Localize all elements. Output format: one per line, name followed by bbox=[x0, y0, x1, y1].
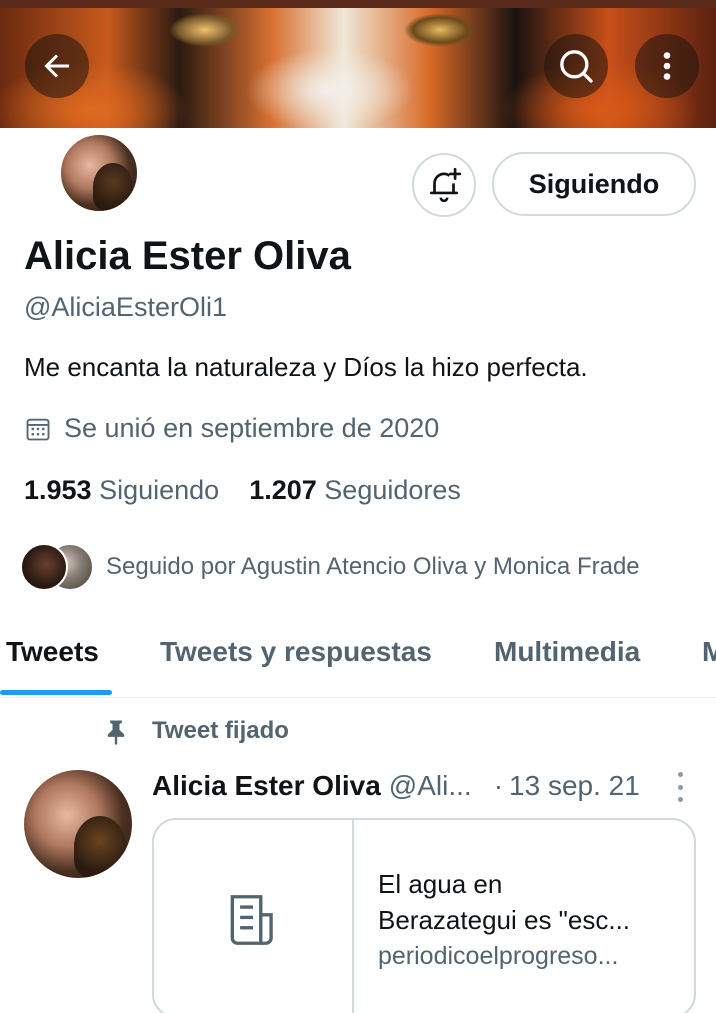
following-stat[interactable]: 1.953 Siguiendo bbox=[24, 475, 219, 506]
avatar bbox=[20, 543, 68, 591]
link-card-thumbnail bbox=[154, 820, 354, 1013]
avatar-dog-shape bbox=[93, 163, 133, 211]
calendar-icon bbox=[26, 418, 50, 440]
tweet-separator: · bbox=[493, 770, 504, 801]
profile-avatar[interactable] bbox=[58, 132, 140, 214]
notifications-button[interactable] bbox=[412, 153, 476, 217]
avatar-dog-shape bbox=[74, 816, 126, 878]
tweet-author-handle[interactable]: @Ali... bbox=[389, 770, 472, 802]
followed-by-avatars bbox=[20, 543, 94, 591]
joined-date: Se unió en septiembre de 2020 bbox=[24, 413, 439, 444]
more-options-button[interactable] bbox=[635, 34, 699, 98]
followers-label: Seguidores bbox=[324, 475, 461, 505]
pinned-label: Tweet fijado bbox=[102, 717, 289, 745]
following-button[interactable]: Siguiendo bbox=[492, 152, 696, 216]
link-card-text: El agua en Berazategui es "esc... period… bbox=[378, 866, 678, 974]
back-button[interactable] bbox=[25, 34, 89, 98]
followers-count: 1.207 bbox=[249, 475, 317, 505]
profile-bio: Me encanta la naturaleza y Díos la hizo … bbox=[24, 352, 588, 382]
tweet-more-icon[interactable] bbox=[668, 772, 692, 802]
profile-handle: @AliciaEsterOli1 bbox=[24, 292, 227, 322]
followed-by-text: Seguido por Agustin Atencio Oliva y Moni… bbox=[106, 553, 640, 580]
tab-likes[interactable]: M bbox=[702, 636, 716, 668]
more-vertical-icon bbox=[663, 52, 671, 80]
pinned-text: Tweet fijado bbox=[152, 717, 289, 744]
link-card-domain: periodicoelprogreso... bbox=[378, 942, 619, 970]
tweet-header: Alicia Ester Oliva @Ali... · 13 sep. 21 bbox=[152, 770, 692, 802]
profile-name: Alicia Ester Oliva bbox=[24, 234, 351, 278]
following-label: Siguiendo bbox=[99, 475, 220, 505]
bell-plus-icon bbox=[429, 167, 462, 203]
tweet-author-name[interactable]: Alicia Ester Oliva bbox=[152, 770, 381, 802]
link-card-title-line1: El agua en bbox=[378, 869, 503, 899]
link-card-title-line2: Berazategui es "esc... bbox=[378, 905, 631, 935]
followers-stat[interactable]: 1.207 Seguidores bbox=[249, 475, 461, 506]
profile-banner[interactable] bbox=[0, 0, 716, 128]
article-icon bbox=[230, 895, 273, 945]
joined-text: Se unió en septiembre de 2020 bbox=[64, 413, 440, 443]
tweet-date[interactable]: 13 sep. 21 bbox=[509, 770, 640, 802]
profile-tabs: Tweets Tweets y respuestas Multimedia M bbox=[0, 620, 716, 698]
link-card[interactable]: El agua en Berazategui es "esc... period… bbox=[152, 818, 696, 1013]
tab-media[interactable]: Multimedia bbox=[494, 636, 640, 668]
tweet-author-avatar[interactable] bbox=[24, 770, 132, 878]
pin-icon bbox=[107, 720, 125, 745]
active-tab-indicator bbox=[0, 690, 112, 695]
following-count: 1.953 bbox=[24, 475, 92, 505]
follow-stats: 1.953 Siguiendo 1.207 Seguidores bbox=[24, 475, 461, 506]
status-bar-strip bbox=[0, 0, 716, 8]
tab-tweets[interactable]: Tweets bbox=[6, 636, 99, 668]
followed-by-row[interactable]: Seguido por Agustin Atencio Oliva y Moni… bbox=[20, 543, 640, 591]
arrow-left-icon bbox=[44, 54, 69, 78]
search-button[interactable] bbox=[544, 34, 608, 98]
search-icon bbox=[560, 50, 593, 83]
tab-tweets-and-replies[interactable]: Tweets y respuestas bbox=[160, 636, 432, 668]
